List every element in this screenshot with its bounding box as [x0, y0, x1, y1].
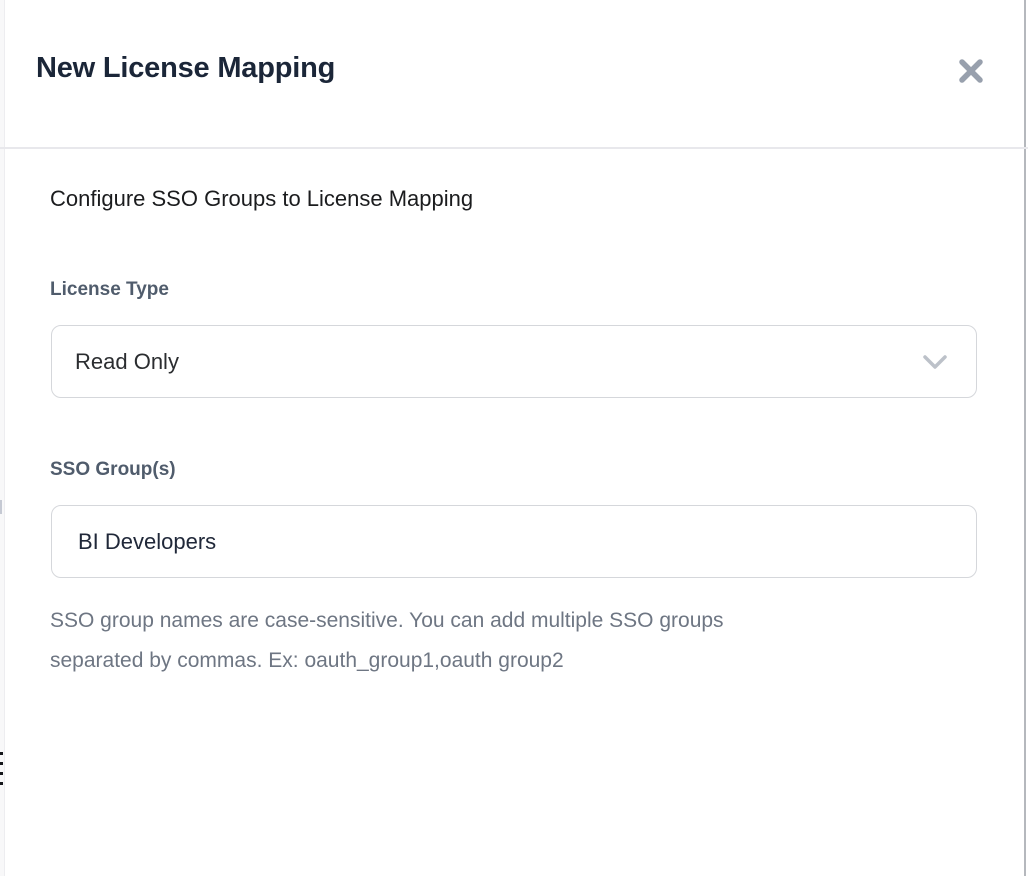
close-button[interactable] — [951, 52, 991, 92]
sso-groups-helper-text: SSO group names are case-sensitive. You … — [50, 601, 724, 681]
close-icon — [957, 57, 985, 88]
intro-text: Configure SSO Groups to License Mapping — [50, 186, 473, 212]
chevron-down-icon — [922, 354, 948, 370]
helper-line-2: separated by commas. Ex: oauth_group1,oa… — [50, 641, 724, 681]
helper-line-1: SSO group names are case-sensitive. You … — [50, 601, 724, 641]
background-artifact — [0, 782, 3, 785]
sso-groups-label: SSO Group(s) — [50, 459, 176, 481]
background-artifact — [0, 752, 3, 755]
window-right-border — [1024, 0, 1026, 876]
background-artifact — [0, 500, 2, 514]
dialog-title: New License Mapping — [36, 52, 335, 85]
background-artifact — [0, 762, 3, 765]
sso-groups-input[interactable] — [51, 505, 977, 578]
new-license-mapping-dialog: New License Mapping Configure SSO Groups… — [5, 0, 1024, 876]
license-type-selected-value: Read Only — [75, 349, 922, 375]
license-type-label: License Type — [50, 279, 169, 301]
header-divider — [0, 147, 1028, 149]
license-type-select[interactable]: Read Only — [51, 325, 977, 398]
dialog-header: New License Mapping — [5, 0, 1024, 147]
background-artifact — [0, 772, 3, 775]
